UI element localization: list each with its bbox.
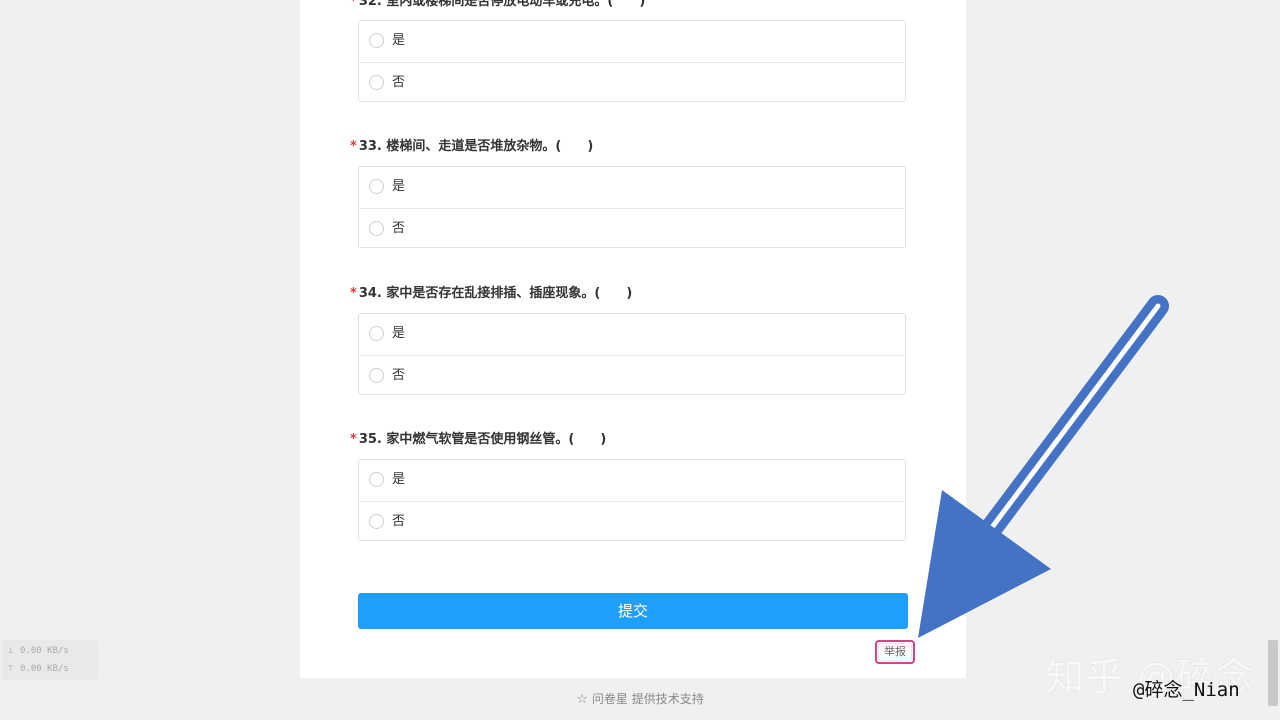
option-yes[interactable]: 是	[359, 21, 905, 62]
options-group: 是 否	[358, 459, 906, 541]
radio-button[interactable]	[369, 179, 384, 194]
option-yes[interactable]: 是	[359, 167, 905, 208]
screen: * 32. 室内或楼梯间是否停放电动车或充电。( ) 是 否 * 33. 楼梯间、走…	[0, 0, 1280, 720]
option-label: 否	[392, 514, 406, 529]
option-no[interactable]: 否	[359, 208, 905, 249]
arrow-shaft-outer	[979, 295, 1169, 541]
upload-speed: ⊤ 0.00 KB/s	[8, 660, 69, 678]
question-number: 34.	[358, 286, 382, 301]
question-text: 室内或楼梯间是否停放电动车或充电。( )	[386, 0, 646, 9]
question-title: * 34. 家中是否存在乱接排插、插座现象。( )	[350, 286, 632, 302]
required-mark: *	[350, 0, 357, 9]
option-label: 是	[392, 472, 406, 487]
star-outline-icon: ☆	[576, 692, 588, 707]
radio-button[interactable]	[369, 326, 384, 341]
footer-text[interactable]: 问卷星 提供技术支持	[592, 692, 704, 706]
option-label: 是	[392, 326, 406, 341]
required-mark: *	[350, 286, 357, 301]
question-title: * 35. 家中燃气软管是否使用钢丝管。( )	[350, 432, 606, 448]
question-text: 家中燃气软管是否使用钢丝管。( )	[386, 432, 607, 447]
required-mark: *	[350, 139, 357, 154]
question-number: 35.	[358, 432, 382, 447]
question-text: 家中是否存在乱接排插、插座现象。( )	[386, 286, 633, 301]
option-label: 否	[392, 368, 406, 383]
question-title: * 33. 楼梯间、走道是否堆放杂物。( )	[350, 139, 593, 155]
radio-button[interactable]	[369, 514, 384, 529]
options-group: 是 否	[358, 166, 906, 248]
upload-arrow-icon: ⊤	[8, 664, 14, 674]
option-label: 否	[392, 221, 406, 236]
options-group: 是 否	[358, 313, 906, 395]
arrow-shaft-inner	[987, 303, 1161, 533]
report-button[interactable]: 举报	[875, 640, 915, 664]
option-no[interactable]: 否	[359, 62, 905, 103]
question-text: 楼梯间、走道是否堆放杂物。( )	[386, 139, 594, 154]
question-number: 32.	[358, 0, 382, 9]
option-no[interactable]: 否	[359, 355, 905, 396]
option-yes[interactable]: 是	[359, 314, 905, 355]
options-group: 是 否	[358, 20, 906, 102]
option-label: 是	[392, 179, 406, 194]
watermark-handle: @碎念_Nian	[1133, 679, 1240, 701]
radio-button[interactable]	[369, 75, 384, 90]
radio-button[interactable]	[369, 472, 384, 487]
radio-button[interactable]	[369, 221, 384, 236]
upload-speed-value: 0.00 KB/s	[20, 664, 69, 674]
option-no[interactable]: 否	[359, 501, 905, 542]
scrollbar-thumb[interactable]	[1268, 640, 1278, 706]
download-speed: ⊥ 0.00 KB/s	[8, 642, 69, 660]
survey-panel: * 32. 室内或楼梯间是否停放电动车或充电。( ) 是 否 * 33. 楼梯间、走…	[300, 0, 966, 678]
download-arrow-icon: ⊥	[8, 646, 14, 656]
network-speed-widget: ⊥ 0.00 KB/s ⊤ 0.00 KB/s	[2, 640, 98, 680]
question-title: * 32. 室内或楼梯间是否停放电动车或充电。( )	[350, 0, 645, 10]
option-label: 否	[392, 75, 406, 90]
option-label: 是	[392, 33, 406, 48]
required-mark: *	[350, 432, 357, 447]
submit-button[interactable]: 提交	[358, 593, 908, 629]
download-speed-value: 0.00 KB/s	[20, 646, 69, 656]
radio-button[interactable]	[369, 368, 384, 383]
option-yes[interactable]: 是	[359, 460, 905, 501]
question-number: 33.	[358, 139, 382, 154]
radio-button[interactable]	[369, 33, 384, 48]
